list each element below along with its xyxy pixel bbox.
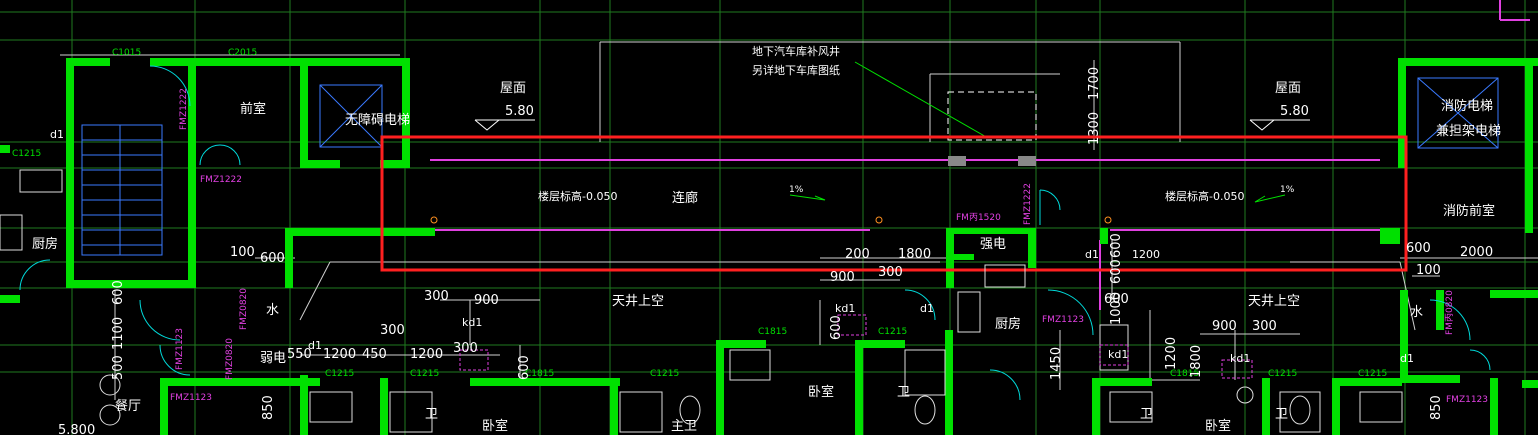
window-c1215-c: C1215 <box>410 369 439 379</box>
floor-level-left: 楼层标高-0.050 <box>538 189 617 203</box>
dim-450: 450 <box>362 347 387 362</box>
bath-2-label: 卫 <box>425 407 438 422</box>
dim-2000: 2000 <box>1460 245 1493 260</box>
dim-100-b: 100 <box>1416 263 1441 278</box>
d1-e: d1 <box>1085 248 1099 261</box>
dim-200: 200 <box>845 247 870 262</box>
dim-900-c: 900 <box>1212 319 1237 334</box>
d1-a: d1 <box>50 128 64 141</box>
dim-1300: 1300 <box>1087 112 1102 145</box>
kitchen-center-label: 厨房 <box>995 316 1021 332</box>
dim-1800-b: 1800 <box>1189 345 1204 378</box>
dim-1200-b: 1200 <box>410 347 443 362</box>
dim-300-d: 300 <box>878 265 903 280</box>
kd1-a: kd1 <box>462 316 482 329</box>
bedroom-2-label: 卧室 <box>482 418 508 434</box>
window-c1215-f: C1215 <box>1268 369 1297 379</box>
bedroom-3-label: 卧室 <box>1205 418 1231 434</box>
cad-floor-plan: 地下汽车库补风井 另详地下车库图纸 屋面 5.80 屋面 5.80 前室 无障碍… <box>0 0 1538 435</box>
dim-900-b: 900 <box>830 270 855 285</box>
door-fmz0820-b: FMZ0820 <box>225 338 235 380</box>
door-fmz1123-d: FMZ1123 <box>1446 395 1488 405</box>
bedroom-1-label: 卧室 <box>808 384 834 400</box>
atrium-right-label: 天井上空 <box>1248 294 1300 309</box>
dining-label: 餐厅 <box>115 398 141 414</box>
dim-1200-c: 1200 <box>1164 337 1179 370</box>
window-c1215-g: C1215 <box>1358 369 1387 379</box>
corridor-label: 连廊 <box>672 190 698 206</box>
dim-550: 550 <box>287 347 312 362</box>
door-fm1520: FM丙1520 <box>956 212 1001 223</box>
master-bath-label: 主卫 <box>671 419 697 434</box>
dim-300-e: 300 <box>1252 319 1277 334</box>
dim-500: 500 <box>111 355 126 380</box>
bath-3-label: 卫 <box>1140 407 1153 422</box>
dim-1700: 1700 <box>1087 67 1102 100</box>
window-c1215-a: C1215 <box>12 149 41 159</box>
fire-elevator-label-2: 兼担架电梯 <box>1436 124 1501 139</box>
door-fmz1123-a: FMZ1123 <box>175 328 185 370</box>
kd1-b: kd1 <box>835 302 855 315</box>
door-fmz1222-c: FMZ1222 <box>1023 183 1033 225</box>
bath-4-label: 卫 <box>1275 407 1288 422</box>
electric-left-label: 弱电 <box>260 351 286 366</box>
dim-600-f: 600 <box>1104 292 1129 307</box>
window-c2015: C2015 <box>228 48 257 58</box>
bath-1-label: 卫 <box>897 385 910 400</box>
dim-300-c: 300 <box>453 341 478 356</box>
garage-vent-label-1: 地下汽车库补风井 <box>752 44 840 58</box>
d1-b: d1 <box>920 302 934 315</box>
dim-300-b: 300 <box>380 323 405 338</box>
dim-600-d: 600 <box>1109 233 1124 258</box>
roof-right-label: 屋面 <box>1275 81 1301 96</box>
dim-600-h: 600 <box>517 355 532 380</box>
accessible-elevator-label: 无障碍电梯 <box>345 113 410 128</box>
window-c1815: C1815 <box>758 327 787 337</box>
dim-600-c: 600 <box>829 315 844 340</box>
electric-room-label: 强电 <box>980 237 1006 252</box>
roof-right-elevation: 5.80 <box>1280 104 1309 119</box>
d1-c: d1 <box>1400 352 1414 365</box>
water-left-label: 水 <box>266 303 279 318</box>
dim-850-b: 850 <box>1429 395 1444 420</box>
slope-right-label: 1% <box>1280 185 1295 195</box>
slope-left-label: 1% <box>789 185 804 195</box>
door-fmz1123-c: FMZ1123 <box>1042 315 1084 325</box>
window-c1015: C1015 <box>112 48 141 58</box>
kd1-d: kd1 <box>1230 352 1250 365</box>
dim-900-a: 900 <box>474 293 499 308</box>
dim-1450: 1450 <box>1049 347 1064 380</box>
kitchen-left-label: 厨房 <box>32 236 58 252</box>
water-right-label: 水 <box>1410 305 1423 320</box>
door-fmz1123-b: FMZ1123 <box>170 393 212 403</box>
door-fm0820: FM丙0820 <box>1444 290 1455 335</box>
dim-600-g: 600 <box>1406 241 1431 256</box>
dim-1100: 1100 <box>111 317 126 350</box>
dim-850-a: 850 <box>261 395 276 420</box>
dim-300-a: 300 <box>424 289 449 304</box>
garage-vent-label-2: 另详地下车库图纸 <box>752 63 840 77</box>
window-c1215-d: C1215 <box>650 369 679 379</box>
dim-1200-a: 1200 <box>323 347 356 362</box>
door-fmz1222-b: FMZ1222 <box>200 175 242 185</box>
roof-left-elevation: 5.80 <box>505 104 534 119</box>
dim-5800: 5.800 <box>58 423 95 435</box>
floor-level-right: 楼层标高-0.050 <box>1165 189 1244 203</box>
vestibule-label: 前室 <box>240 101 266 117</box>
door-fmz1222-a: FMZ1222 <box>179 88 189 130</box>
dim-1200-d: 1200 <box>1132 248 1160 261</box>
dim-100-a: 100 <box>230 245 255 260</box>
window-c1215-b: C1215 <box>325 369 354 379</box>
fire-vestibule-label: 消防前室 <box>1443 203 1495 219</box>
dim-600-b: 600 <box>111 280 126 305</box>
fire-elevator-label-1: 消防电梯 <box>1441 98 1493 114</box>
dim-600-a: 600 <box>260 251 285 266</box>
window-c1215-e: C1215 <box>878 327 907 337</box>
atrium-left-label: 天井上空 <box>612 294 664 309</box>
door-fmz0820: FMZ0820 <box>239 288 249 330</box>
kd1-c: kd1 <box>1108 348 1128 361</box>
dim-1800: 1800 <box>898 247 931 262</box>
dim-600-e: 600 <box>1109 259 1124 284</box>
roof-left-label: 屋面 <box>500 81 526 96</box>
